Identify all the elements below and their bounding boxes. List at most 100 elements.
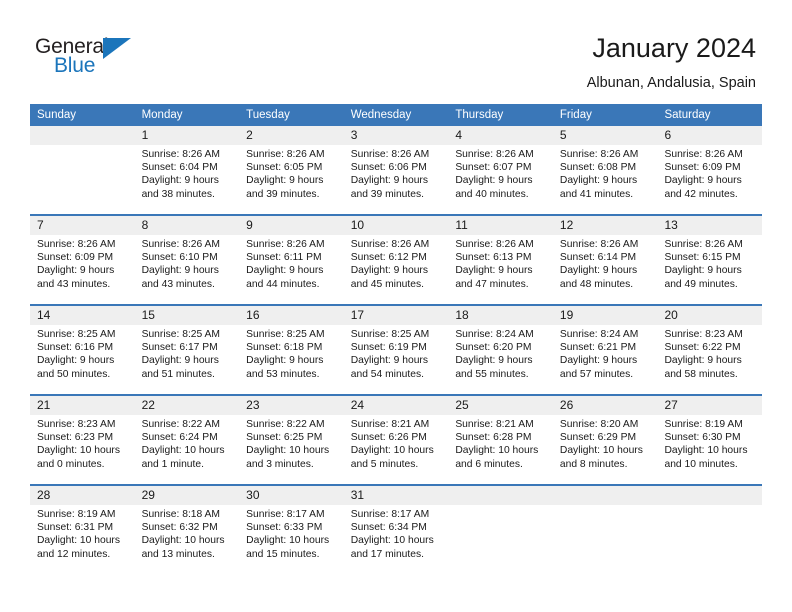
day-cell-30[interactable]: 30 Sunrise: 8:17 AM Sunset: 6:33 PM Dayligh…: [239, 486, 344, 574]
day-detail-line: Daylight: 9 hours: [664, 355, 742, 367]
day-cell-28[interactable]: 28 Sunrise: 8:19 AM Sunset: 6:31 PM Dayligh…: [30, 486, 135, 574]
day-cell-7[interactable]: 7 Sunrise: 8:26 AM Sunset: 6:09 PM Daylight…: [30, 216, 135, 304]
day-cell-17[interactable]: 17 Sunrise: 8:25 AM Sunset: 6:19 PM Dayligh…: [343, 306, 449, 394]
day-cell-8[interactable]: 8 Sunrise: 8:26 AM Sunset: 6:10 PM Daylight…: [134, 216, 240, 304]
day-cell-29[interactable]: 29 Sunrise: 8:18 AM Sunset: 6:32 PM Dayligh…: [134, 486, 240, 574]
day-detail-line: Sunrise: 8:17 AM: [246, 509, 325, 520]
day-detail-line: and 10 minutes.: [664, 458, 738, 470]
day-details: Sunrise: 8:18 AM Sunset: 6:32 PM Daylight:…: [135, 505, 240, 561]
day-cell-27[interactable]: 27 Sunrise: 8:19 AM Sunset: 6:30 PM Dayligh…: [657, 396, 763, 484]
day-detail-line: Sunrise: 8:26 AM: [455, 149, 534, 160]
day-detail-line: Sunrise: 8:26 AM: [559, 239, 639, 250]
day-detail-line: Sunset: 6:07 PM: [455, 162, 532, 174]
day-number: 14: [30, 306, 135, 325]
day-cell-4[interactable]: 4 Sunrise: 8:26 AM Sunset: 6:07 PM Daylight…: [448, 126, 553, 214]
day-number: [552, 486, 658, 505]
day-number: 15: [134, 306, 240, 325]
day-number: 12: [552, 216, 658, 235]
day-number: [30, 126, 135, 145]
day-detail-line: Sunset: 6:20 PM: [455, 342, 532, 354]
day-detail-line: Sunset: 6:33 PM: [246, 522, 323, 534]
day-cell-31[interactable]: 31 Sunrise: 8:17 AM Sunset: 6:34 PM Dayligh…: [343, 486, 449, 574]
weekday-header-wednesday: Wednesday: [350, 109, 412, 121]
day-cell-22[interactable]: 22 Sunrise: 8:22 AM Sunset: 6:24 PM Dayligh…: [134, 396, 240, 484]
day-cell-13[interactable]: 13 Sunrise: 8:26 AM Sunset: 6:15 PM Dayligh…: [657, 216, 763, 304]
day-detail-line: Daylight: 9 hours: [350, 265, 429, 277]
day-detail-line: Daylight: 9 hours: [664, 175, 742, 187]
day-cell-21[interactable]: 21 Sunrise: 8:23 AM Sunset: 6:23 PM Dayligh…: [30, 396, 135, 484]
day-cell-10[interactable]: 10 Sunrise: 8:26 AM Sunset: 6:12 PM Dayligh…: [343, 216, 449, 304]
day-detail-line: Sunset: 6:28 PM: [455, 432, 532, 444]
day-cell-empty: [552, 486, 658, 574]
day-cell-6[interactable]: 6 Sunrise: 8:26 AM Sunset: 6:09 PM Daylight…: [657, 126, 763, 214]
day-detail-line: Sunset: 6:05 PM: [246, 162, 323, 174]
day-number: 2: [239, 126, 344, 145]
day-cell-26[interactable]: 26 Sunrise: 8:20 AM Sunset: 6:29 PM Dayligh…: [552, 396, 658, 484]
day-detail-line: Daylight: 9 hours: [455, 175, 533, 187]
day-cell-18[interactable]: 18 Sunrise: 8:24 AM Sunset: 6:20 PM Dayligh…: [448, 306, 553, 394]
day-cell-14[interactable]: 14 Sunrise: 8:25 AM Sunset: 6:16 PM Dayligh…: [30, 306, 135, 394]
day-detail-line: and 39 minutes.: [350, 188, 425, 200]
calendar-grid: Sunday Monday Tuesday Wednesday Thursday Frid…: [30, 104, 763, 574]
day-number: 6: [657, 126, 763, 145]
day-details: [30, 145, 135, 148]
day-number: 17: [343, 306, 449, 325]
general-blue-logo[interactable]: General Blue: [35, 36, 155, 84]
day-details: Sunrise: 8:22 AM Sunset: 6:25 PM Daylight:…: [239, 415, 344, 471]
day-number: 9: [239, 216, 344, 235]
day-cell-25[interactable]: 25 Sunrise: 8:21 AM Sunset: 6:28 PM Dayligh…: [448, 396, 553, 484]
day-detail-line: Sunrise: 8:22 AM: [141, 419, 220, 430]
day-cell-23[interactable]: 23 Sunrise: 8:22 AM Sunset: 6:25 PM Dayligh…: [239, 396, 344, 484]
day-cell-19[interactable]: 19 Sunrise: 8:24 AM Sunset: 6:21 PM Dayligh…: [552, 306, 658, 394]
day-detail-line: and 44 minutes.: [246, 278, 320, 290]
day-cell-9[interactable]: 9 Sunrise: 8:26 AM Sunset: 6:11 PM Daylight…: [239, 216, 344, 304]
day-detail-line: and 8 minutes.: [559, 458, 628, 470]
day-detail-line: Sunrise: 8:22 AM: [246, 419, 325, 430]
weekday-header-row: Sunday Monday Tuesday Wednesday Thursday Frid…: [30, 104, 762, 126]
day-detail-line: Daylight: 10 hours: [350, 445, 434, 457]
day-detail-line: Sunrise: 8:25 AM: [141, 329, 220, 340]
day-detail-line: Sunrise: 8:18 AM: [141, 509, 220, 520]
calendar-week-row: 1 Sunrise: 8:26 AM Sunset: 6:04 PM Daylight…: [30, 126, 763, 214]
day-detail-line: Daylight: 10 hours: [455, 445, 539, 457]
day-detail-line: Daylight: 10 hours: [37, 445, 120, 457]
weekday-header-monday: Monday: [141, 109, 183, 121]
day-cell-16[interactable]: 16 Sunrise: 8:25 AM Sunset: 6:18 PM Dayligh…: [239, 306, 344, 394]
calendar-week-row: 14 Sunrise: 8:25 AM Sunset: 6:16 PM Dayligh…: [30, 304, 763, 394]
day-cell-3[interactable]: 3 Sunrise: 8:26 AM Sunset: 6:06 PM Daylight…: [343, 126, 449, 214]
day-detail-line: Sunrise: 8:26 AM: [664, 149, 743, 160]
day-detail-line: and 58 minutes.: [664, 368, 738, 380]
day-detail-line: Sunset: 6:17 PM: [141, 342, 218, 354]
day-detail-line: Sunset: 6:08 PM: [559, 162, 637, 174]
day-detail-line: Sunrise: 8:20 AM: [559, 419, 639, 430]
day-detail-line: and 5 minutes.: [350, 458, 419, 470]
day-details: Sunrise: 8:26 AM Sunset: 6:14 PM Daylight:…: [553, 235, 658, 291]
blue-triangle-icon: [103, 38, 131, 59]
day-detail-line: and 43 minutes.: [37, 278, 111, 290]
day-cell-1[interactable]: 1 Sunrise: 8:26 AM Sunset: 6:04 PM Daylight…: [134, 126, 240, 214]
day-cell-12[interactable]: 12 Sunrise: 8:26 AM Sunset: 6:14 PM Dayligh…: [552, 216, 658, 304]
day-detail-line: and 50 minutes.: [37, 368, 111, 380]
day-detail-line: and 39 minutes.: [246, 188, 320, 200]
day-cell-11[interactable]: 11 Sunrise: 8:26 AM Sunset: 6:13 PM Dayligh…: [448, 216, 553, 304]
day-detail-line: and 12 minutes.: [37, 548, 111, 560]
day-detail-line: Sunset: 6:16 PM: [37, 342, 114, 354]
day-detail-line: Daylight: 9 hours: [37, 355, 115, 367]
day-cell-15[interactable]: 15 Sunrise: 8:25 AM Sunset: 6:17 PM Dayligh…: [134, 306, 240, 394]
day-detail-line: Sunrise: 8:17 AM: [350, 509, 430, 520]
day-cell-5[interactable]: 5 Sunrise: 8:26 AM Sunset: 6:08 PM Daylight…: [552, 126, 658, 214]
day-detail-line: Sunrise: 8:26 AM: [141, 239, 220, 250]
day-cell-empty: [30, 126, 135, 214]
day-cell-20[interactable]: 20 Sunrise: 8:23 AM Sunset: 6:22 PM Dayligh…: [657, 306, 763, 394]
day-cell-2[interactable]: 2 Sunrise: 8:26 AM Sunset: 6:05 PM Daylight…: [239, 126, 344, 214]
day-number: 11: [448, 216, 553, 235]
day-details: Sunrise: 8:26 AM Sunset: 6:11 PM Daylight:…: [239, 235, 344, 291]
day-number: 30: [239, 486, 344, 505]
day-details: Sunrise: 8:25 AM Sunset: 6:19 PM Daylight:…: [344, 325, 449, 381]
day-detail-line: and 40 minutes.: [455, 188, 529, 200]
day-cell-24[interactable]: 24 Sunrise: 8:21 AM Sunset: 6:26 PM Dayligh…: [343, 396, 449, 484]
day-number: 25: [448, 396, 553, 415]
day-detail-line: Sunset: 6:21 PM: [559, 342, 637, 354]
day-detail-line: Daylight: 10 hours: [246, 535, 330, 547]
day-detail-line: Sunset: 6:18 PM: [246, 342, 323, 354]
